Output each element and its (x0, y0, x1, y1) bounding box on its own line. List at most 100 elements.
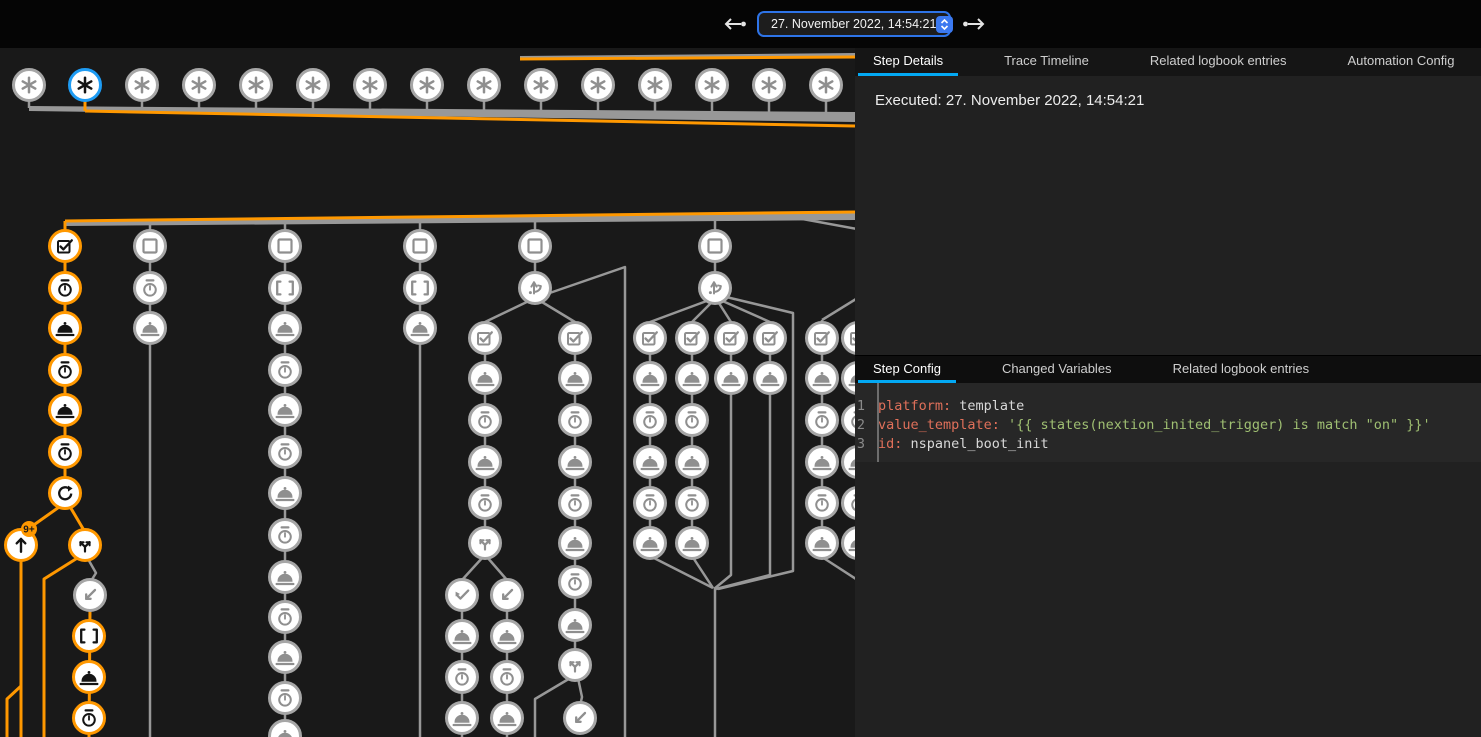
tab-step-config[interactable]: Step Config (858, 356, 956, 383)
graph-node-bell[interactable] (635, 528, 666, 559)
graph-node-asterisk[interactable] (70, 70, 101, 101)
graph-node-timer[interactable] (843, 405, 856, 436)
graph-node-split[interactable] (560, 650, 591, 681)
graph-node-timer[interactable] (470, 488, 501, 519)
graph-node-bell[interactable] (755, 363, 786, 394)
graph-node-square[interactable] (700, 231, 731, 262)
graph-node-check[interactable] (807, 323, 838, 354)
graph-node-checkarrow[interactable] (447, 580, 478, 611)
graph-node-dl[interactable] (492, 580, 523, 611)
graph-node-asterisk[interactable] (754, 70, 785, 101)
graph-node-decision[interactable] (520, 273, 551, 304)
graph-node-timer[interactable] (135, 273, 166, 304)
graph-node-bell[interactable] (447, 703, 478, 734)
graph-node-bell[interactable] (492, 621, 523, 652)
graph-node-timer[interactable] (677, 405, 708, 436)
graph-node-asterisk[interactable] (697, 70, 728, 101)
graph-node-bell[interactable] (843, 447, 856, 478)
graph-node-asterisk[interactable] (412, 70, 443, 101)
graph-node-check[interactable] (755, 323, 786, 354)
graph-node-bell[interactable] (470, 447, 501, 478)
graph-node-timer[interactable] (492, 662, 523, 693)
graph-node-bell[interactable] (807, 363, 838, 394)
graph-node-bell[interactable] (447, 621, 478, 652)
graph-node-asterisk[interactable] (298, 70, 329, 101)
graph-node-asterisk[interactable] (241, 70, 272, 101)
graph-node-bell[interactable] (843, 363, 856, 394)
graph-node-bell[interactable] (492, 703, 523, 734)
graph-node-check[interactable] (677, 323, 708, 354)
graph-node-asterisk[interactable] (14, 70, 45, 101)
graph-node-asterisk[interactable] (583, 70, 614, 101)
graph-node-square[interactable] (135, 231, 166, 262)
tab-automation-config[interactable]: Automation Config (1332, 48, 1469, 76)
graph-node-bell[interactable] (270, 478, 301, 509)
graph-node-bell[interactable] (135, 313, 166, 344)
graph-node-bell[interactable] (270, 562, 301, 593)
graph-node-bell[interactable] (560, 363, 591, 394)
graph-node-timer[interactable] (807, 488, 838, 519)
graph-node-asterisk[interactable] (469, 70, 500, 101)
graph-node-bell[interactable] (635, 363, 666, 394)
graph-node-asterisk[interactable] (811, 70, 842, 101)
graph-node-brackets[interactable] (270, 273, 301, 304)
graph-node-bell[interactable] (716, 363, 747, 394)
graph-node-bell[interactable] (270, 395, 301, 426)
tab-related-logbook-entries[interactable]: Related logbook entries (1135, 48, 1302, 76)
graph-node-bell[interactable] (50, 395, 81, 426)
graph-node-check[interactable] (635, 323, 666, 354)
graph-node-bell[interactable] (560, 610, 591, 641)
graph-node-dl[interactable] (565, 703, 596, 734)
graph-node-check[interactable] (470, 323, 501, 354)
graph-node-bell[interactable] (560, 528, 591, 559)
graph-node-timer[interactable] (635, 488, 666, 519)
graph-node-timer[interactable] (635, 405, 666, 436)
graph-node-brackets[interactable] (74, 621, 105, 652)
graph-node-bell[interactable] (405, 313, 436, 344)
graph-node-bell[interactable] (677, 528, 708, 559)
graph-node-timer[interactable] (270, 355, 301, 386)
tab-changed-variables[interactable]: Changed Variables (987, 356, 1127, 383)
graph-node-bell[interactable] (635, 447, 666, 478)
graph-node-timer[interactable] (470, 405, 501, 436)
graph-node-dl[interactable] (75, 580, 106, 611)
previous-trace-arrow-icon[interactable] (722, 15, 748, 33)
graph-node-asterisk[interactable] (184, 70, 215, 101)
graph-node-check[interactable] (716, 323, 747, 354)
graph-node-timer[interactable] (270, 683, 301, 714)
graph-node-bell[interactable] (470, 363, 501, 394)
next-trace-arrow-icon[interactable] (961, 15, 987, 33)
graph-node-check[interactable] (560, 323, 591, 354)
graph-node-timer[interactable] (74, 703, 105, 734)
graph-node-timer[interactable] (677, 488, 708, 519)
graph-node-square[interactable] (405, 231, 436, 262)
tab-step-details[interactable]: Step Details (858, 48, 958, 76)
graph-node-check[interactable] (843, 323, 856, 354)
graph-node-decision[interactable] (700, 273, 731, 304)
graph-node-timer[interactable] (270, 437, 301, 468)
graph-node-bell[interactable] (50, 313, 81, 344)
graph-node-timer[interactable] (270, 520, 301, 551)
graph-node-square[interactable] (270, 231, 301, 262)
graph-node-bell[interactable] (560, 447, 591, 478)
graph-node-bell[interactable] (74, 662, 105, 693)
graph-node-timer[interactable] (50, 437, 81, 468)
step-config-code-editor[interactable]: 1platform: template2value_template: '{{ … (855, 383, 1481, 462)
graph-node-bell[interactable] (677, 447, 708, 478)
graph-node-asterisk[interactable] (526, 70, 557, 101)
graph-node-split[interactable] (70, 530, 101, 561)
graph-node-bell[interactable] (843, 528, 856, 559)
trace-timestamp-select[interactable]: 27. November 2022, 14:54:21 (757, 11, 951, 37)
graph-node-bell[interactable] (807, 447, 838, 478)
graph-node-timer[interactable] (807, 405, 838, 436)
graph-node-bell[interactable] (270, 642, 301, 673)
graph-node-timer[interactable] (50, 355, 81, 386)
graph-node-asterisk[interactable] (640, 70, 671, 101)
graph-node-bell[interactable] (270, 721, 301, 737)
graph-node-split[interactable] (470, 528, 501, 559)
graph-node-timer[interactable] (560, 567, 591, 598)
tab-related-logbook-entries[interactable]: Related logbook entries (1158, 356, 1325, 383)
graph-node-asterisk[interactable] (127, 70, 158, 101)
graph-node-bell[interactable] (677, 363, 708, 394)
graph-node-timer[interactable] (50, 273, 81, 304)
